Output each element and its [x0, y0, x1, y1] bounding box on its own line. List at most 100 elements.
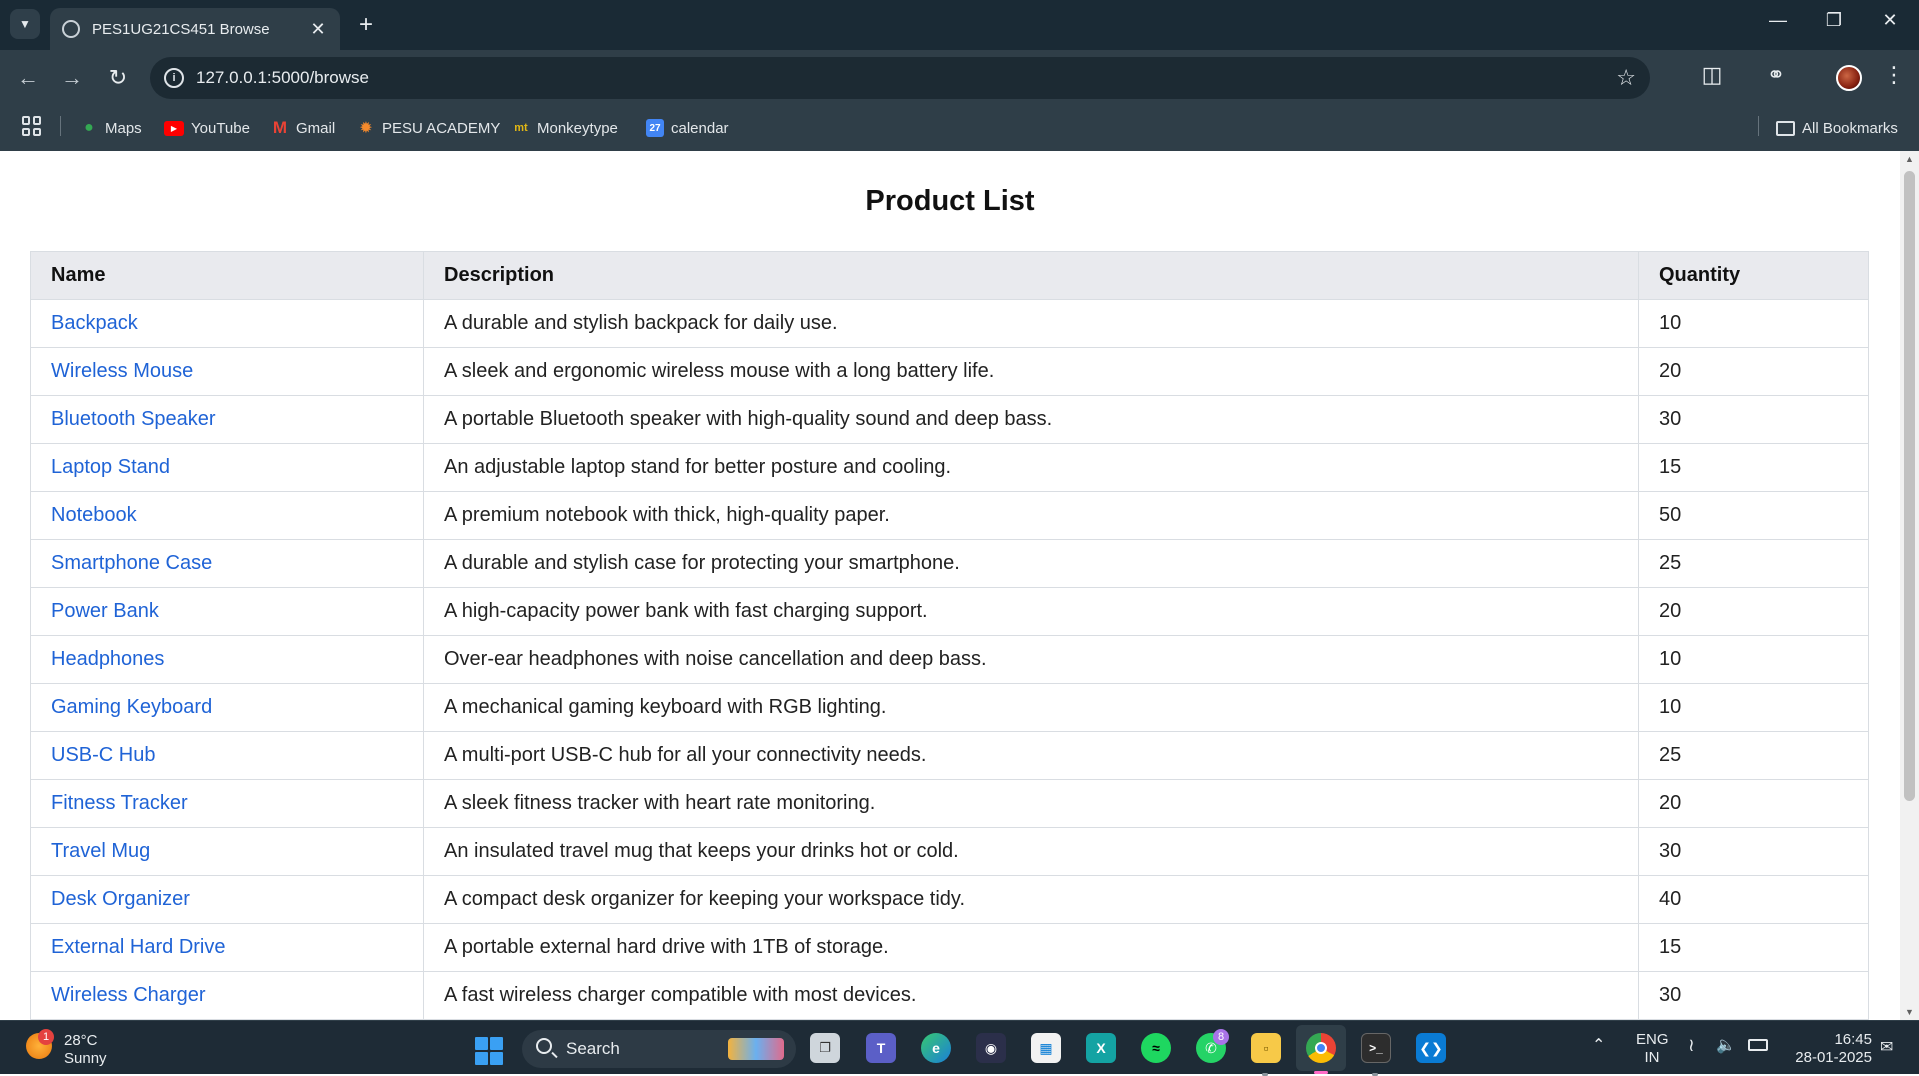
bookmark-separator — [1758, 116, 1759, 136]
bookmark-pesu-academy[interactable]: ✹ PESU ACADEMY — [357, 116, 500, 140]
davinci-resolve-icon[interactable]: ◉ — [976, 1033, 1006, 1063]
product-link[interactable]: Fitness Tracker — [51, 792, 188, 814]
product-quantity-cell: 50 — [1638, 491, 1869, 540]
edge-icon[interactable]: e — [921, 1033, 951, 1063]
spotify-icon[interactable]: ≈ — [1141, 1033, 1171, 1063]
taskbar-search-box[interactable]: Search — [522, 1030, 796, 1068]
profile-avatar[interactable] — [1836, 65, 1862, 91]
scroll-down-icon[interactable]: ▼ — [1900, 1007, 1919, 1017]
product-quantity-cell: 25 — [1638, 731, 1869, 780]
globe-icon — [62, 20, 80, 38]
task-view-icon[interactable]: ❐ — [810, 1033, 840, 1063]
bookmark-star-icon[interactable]: ☆ — [1616, 65, 1636, 91]
browser-tab-active[interactable]: PES1UG21CS451 Browse ✕ — [50, 8, 340, 50]
product-link[interactable]: Desk Organizer — [51, 888, 190, 910]
product-name-cell: Wireless Charger — [30, 971, 424, 1020]
weather-widget[interactable]: 28°C Sunny — [64, 1032, 107, 1068]
product-quantity-cell: 10 — [1638, 635, 1869, 684]
monkeytype-icon: mt — [514, 122, 528, 134]
site-info-icon[interactable]: i — [164, 68, 184, 88]
chrome-icon[interactable] — [1306, 1033, 1336, 1074]
tab-close-icon[interactable]: ✕ — [308, 19, 328, 40]
product-name-cell: Bluetooth Speaker — [30, 395, 424, 444]
address-bar[interactable]: i 127.0.0.1:5000/browse ☆ — [150, 57, 1650, 99]
product-description-cell: A sleek fitness tracker with heart rate … — [423, 779, 1639, 828]
notification-bell-icon[interactable]: ✉ — [1880, 1037, 1893, 1057]
table-row: Wireless Mouse A sleek and ergonomic wire… — [30, 347, 1869, 396]
product-link[interactable]: Bluetooth Speaker — [51, 408, 216, 430]
product-name-cell: Backpack — [30, 299, 424, 348]
product-link[interactable]: Backpack — [51, 312, 138, 334]
extensions-icon[interactable]: ◫ — [1696, 62, 1728, 88]
table-row: Gaming Keyboard A mechanical gaming keybo… — [30, 683, 1869, 732]
more-menu-icon[interactable]: ⋮ — [1878, 62, 1910, 88]
weather-temperature: 28°C — [64, 1032, 98, 1049]
speaker-muted-icon[interactable]: 🔈 — [1716, 1035, 1736, 1055]
vscode-icon[interactable]: ❮❯ — [1416, 1033, 1446, 1063]
all-bookmarks-button[interactable]: All Bookmarks — [1776, 116, 1898, 140]
restore-icon[interactable]: ❐ — [1814, 10, 1854, 31]
product-link[interactable]: Notebook — [51, 504, 137, 526]
product-link[interactable]: External Hard Drive — [51, 936, 226, 958]
teams-icon[interactable]: T — [866, 1033, 896, 1063]
tray-overflow-chevron-icon[interactable]: ⌃ — [1592, 1035, 1605, 1055]
reload-icon[interactable]: ↻ — [104, 64, 132, 92]
back-arrow-icon[interactable]: ← — [14, 64, 42, 92]
product-name-cell: External Hard Drive — [30, 923, 424, 972]
scroll-up-icon[interactable]: ▲ — [1900, 154, 1919, 164]
scrollbar-thumb[interactable] — [1904, 171, 1915, 801]
product-description-cell: A compact desk organizer for keeping you… — [423, 875, 1639, 924]
calendar-icon: 27 — [646, 119, 664, 137]
bookmark-gmail[interactable]: M Gmail — [271, 116, 335, 140]
product-link[interactable]: Laptop Stand — [51, 456, 170, 478]
bookmark-youtube[interactable]: ▶ YouTube — [164, 116, 250, 140]
url-text[interactable]: 127.0.0.1:5000/browse — [196, 68, 369, 88]
bookmark-monkeytype[interactable]: mt Monkeytype — [512, 116, 618, 140]
system-clock[interactable]: 16:45 28-01-2025 — [1786, 1031, 1872, 1067]
window-close-icon[interactable]: ✕ — [1870, 10, 1910, 31]
table-row: Desk Organizer A compact desk organizer f… — [30, 875, 1869, 924]
battery-icon[interactable] — [1748, 1039, 1768, 1051]
product-link[interactable]: Wireless Mouse — [51, 360, 193, 382]
table-row: Headphones Over-ear headphones with noise… — [30, 635, 1869, 684]
product-link[interactable]: Smartphone Case — [51, 552, 212, 574]
product-link[interactable]: Gaming Keyboard — [51, 696, 212, 718]
folder-icon — [1776, 120, 1795, 136]
terminal-icon[interactable]: >_ — [1361, 1033, 1391, 1063]
product-link[interactable]: Travel Mug — [51, 840, 150, 862]
link-icon[interactable]: ⚭ — [1760, 62, 1792, 88]
product-name-cell: Wireless Mouse — [30, 347, 424, 396]
table-row: Bluetooth Speaker A portable Bluetooth sp… — [30, 395, 1869, 444]
product-description-cell: A mechanical gaming keyboard with RGB li… — [423, 683, 1639, 732]
vertical-scrollbar[interactable]: ▲ ▼ — [1900, 151, 1919, 1020]
xmind-icon[interactable]: X — [1086, 1033, 1116, 1063]
language-indicator[interactable]: ENG IN — [1636, 1031, 1669, 1067]
product-quantity-cell: 20 — [1638, 779, 1869, 828]
microsoft-store-icon[interactable]: ▦ — [1031, 1033, 1061, 1063]
bookmark-maps[interactable]: ● Maps — [80, 116, 142, 140]
product-name-cell: Laptop Stand — [30, 443, 424, 492]
tab-search-button[interactable]: ▼ — [10, 9, 40, 39]
product-quantity-cell: 10 — [1638, 299, 1869, 348]
product-quantity-cell: 30 — [1638, 971, 1869, 1020]
apps-grid-icon[interactable] — [22, 116, 42, 136]
product-link[interactable]: USB-C Hub — [51, 744, 155, 766]
product-description-cell: An insulated travel mug that keeps your … — [423, 827, 1639, 876]
table-row: Wireless Charger A fast wireless charger … — [30, 971, 1869, 1020]
product-link[interactable]: Headphones — [51, 648, 164, 670]
file-explorer-icon[interactable]: ▫ — [1251, 1033, 1281, 1063]
wifi-icon[interactable]: ≀ — [1688, 1035, 1695, 1056]
product-table-body: Backpack A durable and stylish backpack f… — [30, 299, 1869, 1020]
forward-arrow-icon[interactable]: → — [58, 64, 86, 92]
bookmark-label: Gmail — [296, 119, 336, 137]
new-tab-button[interactable]: + — [352, 11, 380, 39]
windows-taskbar: 1 28°C Sunny Search ❐ T e ◉ ▦ X ≈ ✆ 8 ▫ … — [0, 1020, 1919, 1076]
product-link[interactable]: Power Bank — [51, 600, 159, 622]
chevron-down-icon: ▼ — [19, 17, 31, 31]
product-link[interactable]: Wireless Charger — [51, 984, 205, 1006]
language-line-1: ENG — [1636, 1031, 1669, 1048]
bookmark-calendar[interactable]: 27 calendar — [646, 116, 729, 140]
table-row: Smartphone Case A durable and stylish cas… — [30, 539, 1869, 588]
minimize-icon[interactable]: — — [1758, 10, 1798, 31]
windows-start-icon[interactable] — [475, 1037, 503, 1065]
